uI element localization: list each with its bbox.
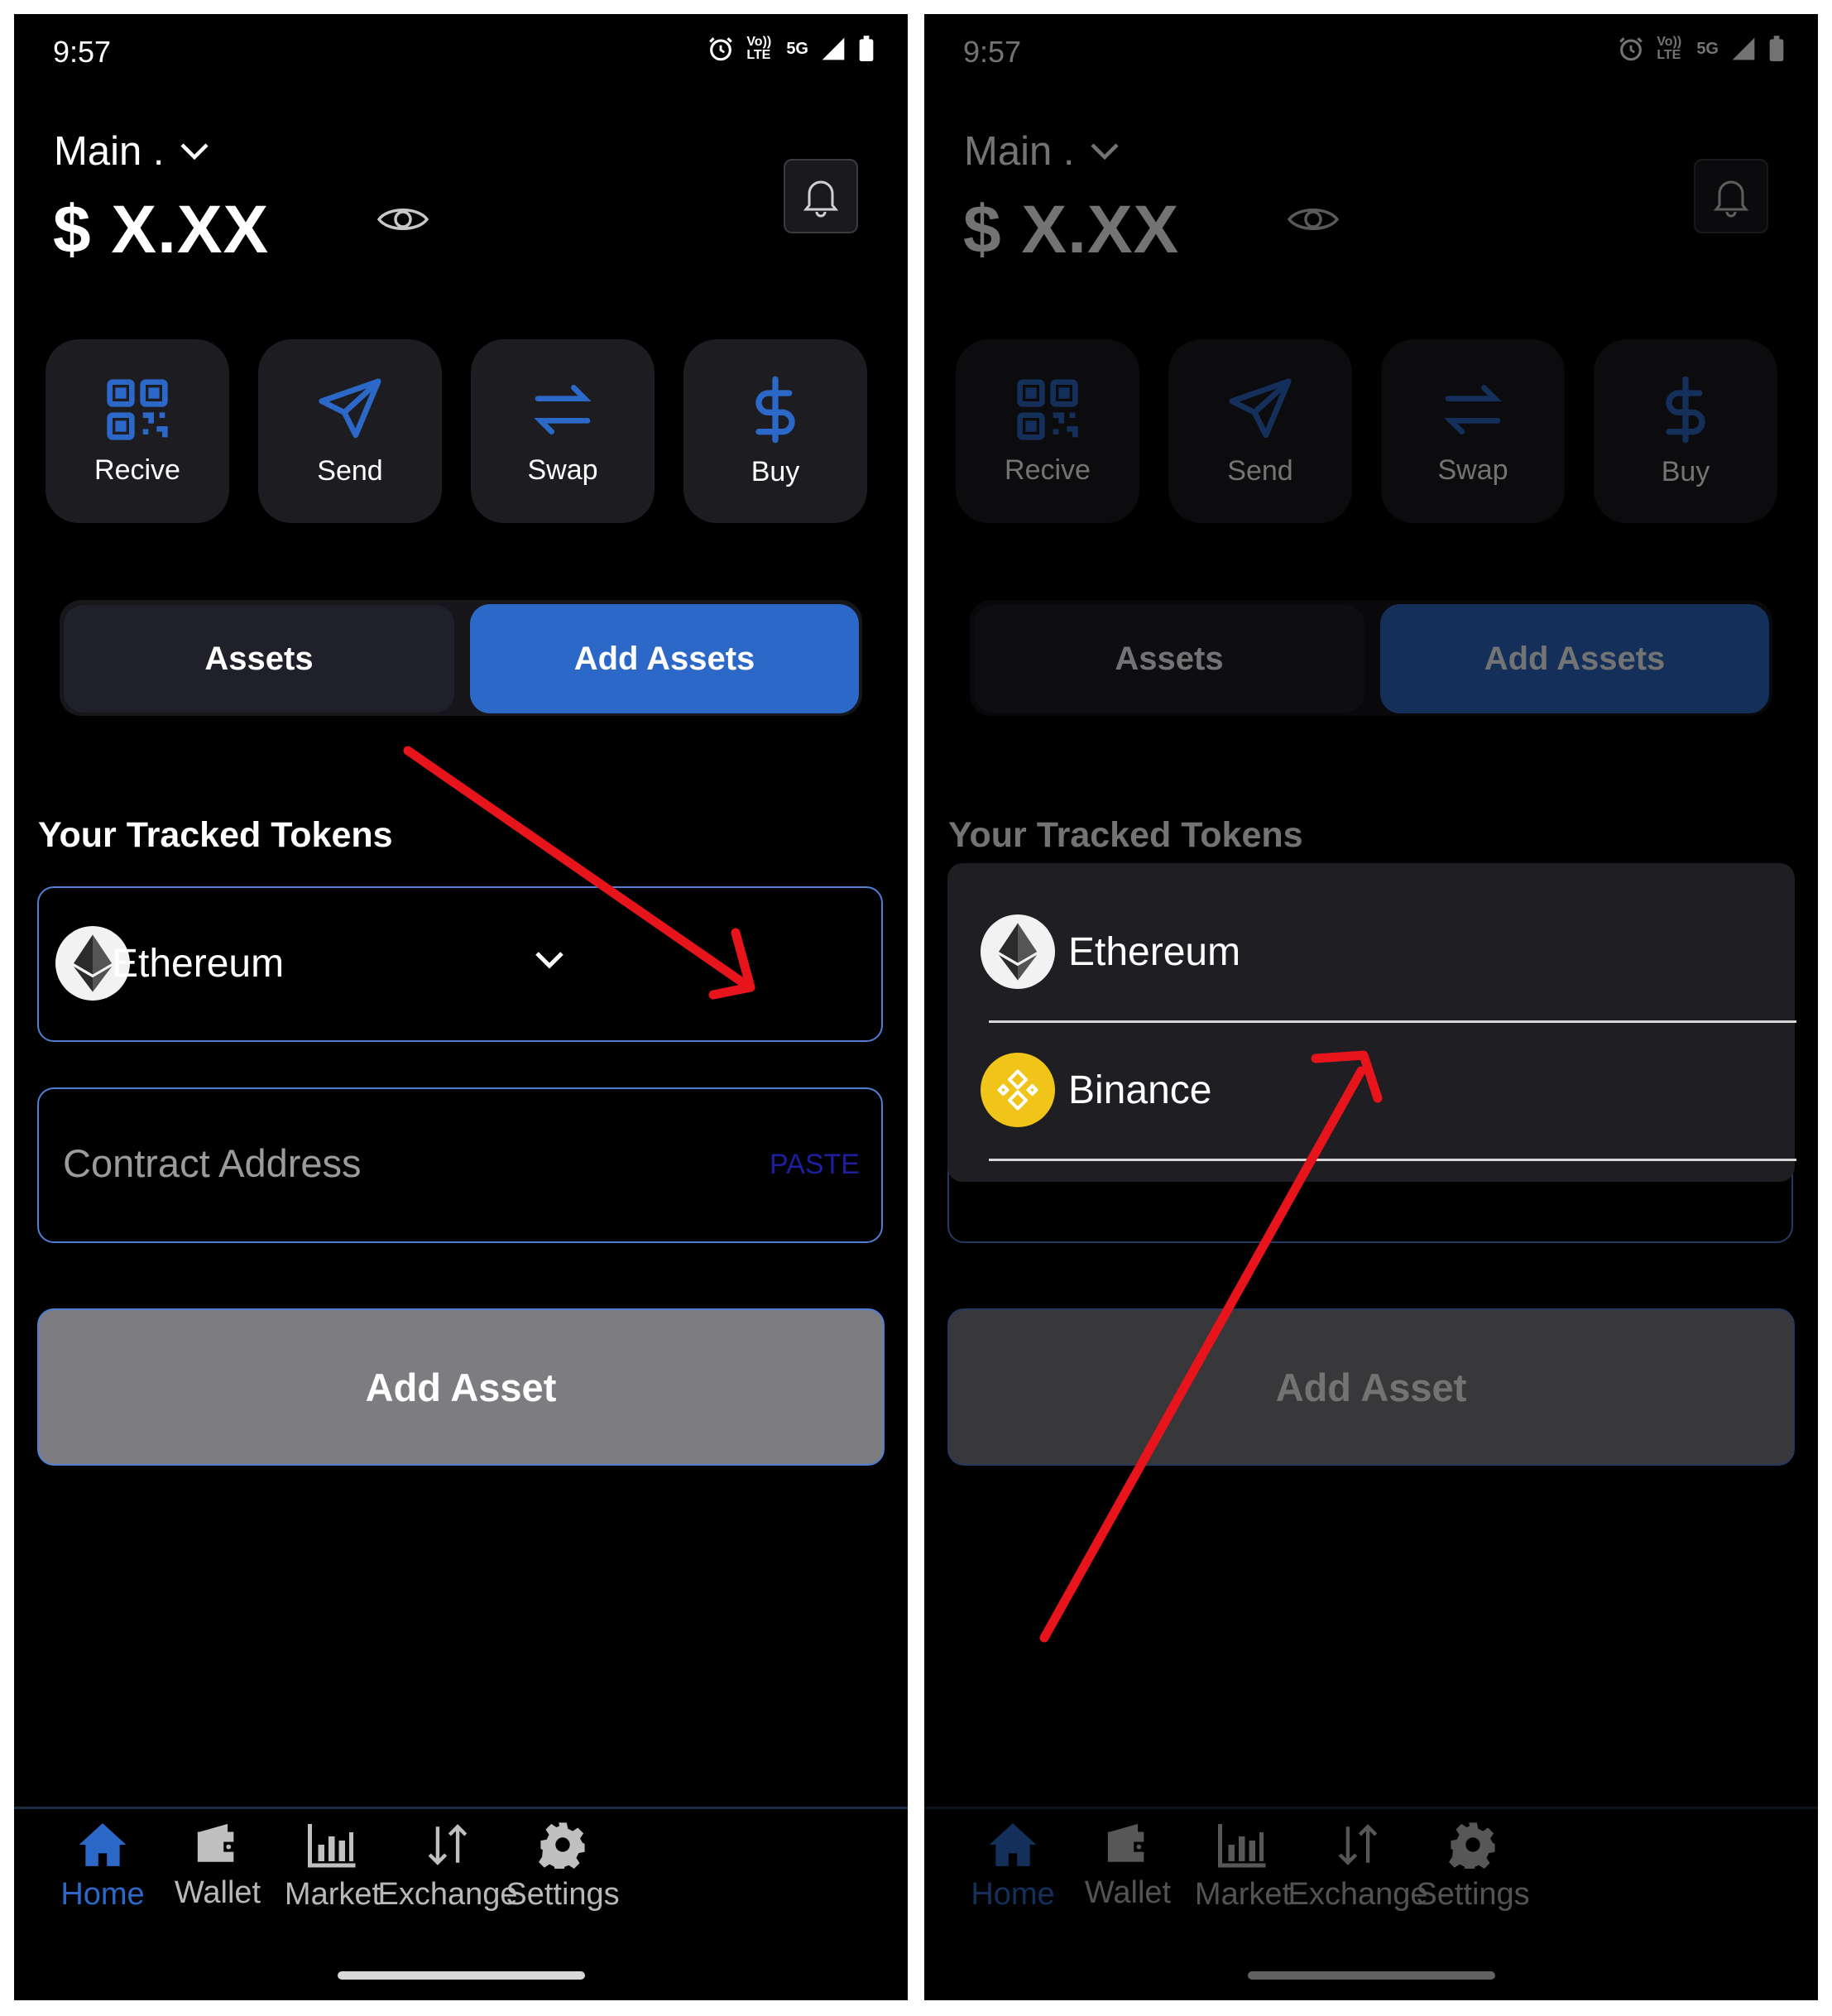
tab-assets[interactable]: Assets [64, 605, 454, 713]
account-selector[interactable]: Main . [54, 128, 210, 175]
dropdown-option-ethereum[interactable]: Ethereum [981, 914, 1240, 989]
send-label: Send [317, 454, 383, 487]
status-bar-icons: Vo)) LTE 5G [707, 35, 875, 63]
add-asset-button[interactable]: Add Asset [37, 1308, 885, 1466]
chevron-down-icon [535, 952, 564, 969]
dropdown-divider [989, 1159, 1796, 1161]
wallet-icon [197, 1823, 238, 1862]
nav-divider [14, 1807, 908, 1809]
token-select[interactable]: Ethereum [37, 886, 883, 1042]
token-select-value: Ethereum [112, 942, 285, 986]
status-time: 9:57 [53, 35, 112, 69]
nav-home-label: Home [60, 1877, 145, 1912]
phone-screen-left: 9:57 Vo)) LTE 5G Main . $ X.XX Recive Se… [14, 14, 908, 2000]
dropdown-divider [989, 1020, 1796, 1023]
nav-settings[interactable]: Settings [480, 1821, 645, 1913]
receive-button[interactable]: Recive [46, 339, 229, 523]
bell-icon [803, 180, 839, 218]
buy-label: Buy [751, 455, 800, 487]
alarm-icon [709, 37, 733, 61]
exchange-arrows-icon [428, 1824, 468, 1865]
binance-logo-icon [981, 1053, 1055, 1127]
token-dropdown-menu: Ethereum Binance [947, 863, 1796, 1182]
send-icon [319, 377, 381, 438]
signal-icon [822, 37, 845, 60]
qr-code-icon [107, 378, 168, 440]
dropdown-option-binance[interactable]: Binance [981, 1053, 1211, 1127]
ethereum-logo-icon [981, 914, 1055, 989]
option-label: Binance [1068, 1068, 1212, 1112]
battery-icon [859, 36, 874, 61]
buy-button[interactable]: Buy [683, 339, 867, 523]
option-label: Ethereum [1068, 929, 1241, 974]
volte-indicator: Vo)) LTE [746, 35, 772, 62]
home-icon [79, 1823, 127, 1866]
contract-address-placeholder: Contract Address [63, 1141, 362, 1185]
gear-icon [539, 1822, 585, 1869]
market-chart-icon [308, 1824, 356, 1868]
send-button[interactable]: Send [258, 339, 442, 523]
notifications-button[interactable] [784, 159, 858, 233]
swap-icon [534, 384, 592, 434]
nav-wallet-label: Wallet [174, 1875, 261, 1910]
home-indicator [338, 1971, 585, 1980]
swap-label: Swap [527, 454, 598, 486]
chevron-down-icon [180, 143, 209, 161]
account-name: Main . [54, 129, 165, 174]
dollar-icon [755, 376, 795, 443]
balance-amount: $ X.XX [53, 192, 270, 267]
tab-add-assets[interactable]: Add Assets [470, 604, 859, 713]
nav-settings-label: Settings [506, 1877, 620, 1912]
receive-label: Recive [94, 454, 180, 486]
swap-button[interactable]: Swap [471, 339, 655, 523]
section-title: Your Tracked Tokens [38, 815, 393, 855]
eye-icon[interactable] [376, 203, 429, 236]
network-type: 5G [786, 40, 808, 58]
contract-address-field[interactable]: Contract Address PASTE [37, 1087, 883, 1243]
phone-screen-right: 9:57 Vo)) LTE 5G Main . $ X.XX Recive Se… [924, 14, 1818, 2000]
paste-button[interactable]: PASTE [770, 1149, 860, 1181]
